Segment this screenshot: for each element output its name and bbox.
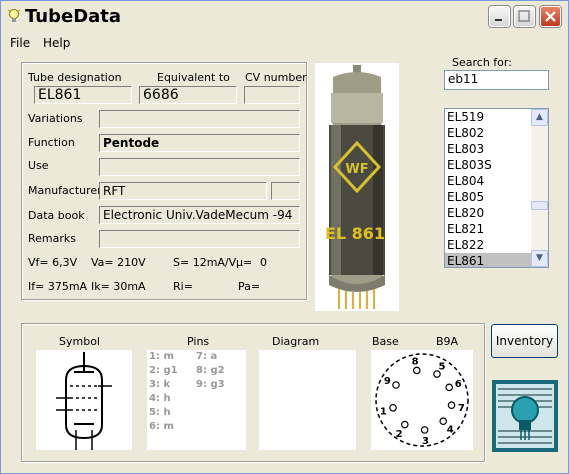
symbol-box bbox=[36, 350, 132, 450]
equivalent-header: Equivalent to bbox=[157, 71, 230, 84]
mu-value: 0 bbox=[260, 256, 267, 269]
symbol-label: Symbol bbox=[59, 335, 100, 348]
minimize-button[interactable] bbox=[489, 6, 510, 27]
pin-2: 2: g1 bbox=[149, 365, 178, 376]
base-pin-hole bbox=[445, 383, 453, 392]
cv-header: CV number bbox=[245, 71, 307, 84]
inventory-button[interactable]: Inventory bbox=[491, 324, 558, 358]
equivalent-field[interactable]: 6686 bbox=[139, 86, 237, 104]
base-pin-number: 6 bbox=[455, 379, 462, 390]
scrollbar[interactable]: ▲ ▼ bbox=[531, 109, 548, 267]
base-pin-number: 9 bbox=[384, 376, 391, 387]
base-pin-number: 8 bbox=[412, 357, 419, 368]
base-pin-number: 5 bbox=[439, 361, 446, 372]
variations-field[interactable] bbox=[99, 110, 300, 128]
remarks-field[interactable] bbox=[99, 230, 300, 248]
va-value: Va= 210V bbox=[91, 256, 146, 269]
base-pin-hole bbox=[447, 401, 456, 410]
diagram-label: Diagram bbox=[272, 335, 320, 348]
search-input[interactable]: eb11 bbox=[444, 70, 549, 90]
tube-list[interactable]: EL519 EL802 EL803 EL803S EL804 EL805 EL820 EL82… bbox=[444, 108, 549, 268]
base-pin-hole bbox=[389, 403, 397, 412]
vf-value: Vf= 6,3V bbox=[28, 256, 78, 269]
app-logo bbox=[492, 380, 558, 452]
svg-text:EL 861: EL 861 bbox=[325, 224, 385, 243]
pin-7: 7: a bbox=[196, 351, 218, 362]
databook-label: Data book bbox=[28, 209, 85, 222]
variations-label: Variations bbox=[28, 112, 83, 125]
remarks-label: Remarks bbox=[28, 232, 76, 245]
maximize-button[interactable] bbox=[514, 6, 535, 27]
base-pin-hole bbox=[400, 420, 409, 429]
pin-4: 4: h bbox=[149, 393, 171, 404]
designation-header: Tube designation bbox=[28, 71, 122, 84]
maximize-icon bbox=[518, 10, 530, 22]
function-label: Function bbox=[28, 136, 75, 149]
window-title: TubeData bbox=[25, 6, 122, 27]
pin-3: 3: k bbox=[149, 379, 171, 390]
base-pin-number: 3 bbox=[422, 436, 429, 447]
search-label: Search for: bbox=[452, 56, 512, 69]
if-value: If= 375mA bbox=[28, 280, 88, 293]
pin-1: 1: m bbox=[149, 351, 174, 362]
base-pin-hole bbox=[392, 381, 400, 389]
designation-field[interactable]: EL861 bbox=[34, 86, 132, 104]
pin-5: 5: h bbox=[149, 407, 171, 418]
title-bar[interactable]: TubeData bbox=[1, 1, 568, 31]
pins-label: Pins bbox=[187, 335, 210, 348]
use-field[interactable] bbox=[99, 158, 300, 176]
mu-label: µ= bbox=[236, 256, 253, 269]
base-pinout-diagram: 8 56 74 3 2 1 9 bbox=[375, 353, 469, 447]
pin-9: 9: g3 bbox=[196, 379, 225, 390]
base-pin-hole bbox=[412, 366, 421, 375]
scroll-up-button[interactable]: ▲ bbox=[531, 109, 548, 126]
base-type-label: B9A bbox=[436, 335, 459, 348]
menu-help[interactable]: Help bbox=[43, 36, 70, 50]
pentode-symbol bbox=[56, 352, 112, 450]
base-label: Base bbox=[372, 335, 399, 348]
base-pin-hole bbox=[420, 426, 429, 434]
pa-value: Pa= bbox=[238, 280, 261, 293]
manufacturer-label: Manufacturer bbox=[28, 184, 102, 197]
s-value: S= 12mA/V bbox=[173, 256, 237, 269]
manufacturer-extra-field[interactable] bbox=[271, 182, 300, 200]
ik-value: Ik= 30mA bbox=[91, 280, 146, 293]
base-pin-number: 7 bbox=[458, 403, 465, 414]
scroll-thumb[interactable] bbox=[531, 201, 548, 210]
menu-file[interactable]: File bbox=[10, 36, 30, 50]
ri-value: Ri= bbox=[173, 280, 193, 293]
pin-8: 8: g2 bbox=[196, 365, 225, 376]
lightbulb-icon bbox=[7, 9, 21, 22]
tube-photo: WF EL 861 bbox=[315, 63, 399, 311]
pin-6: 6: m bbox=[149, 421, 174, 432]
minimize-icon bbox=[495, 19, 502, 21]
cv-field[interactable] bbox=[244, 86, 300, 104]
base-pin-number: 1 bbox=[380, 406, 387, 417]
base-pin-hole bbox=[439, 417, 448, 426]
app-window: TubeData File Help Tube designation Equi… bbox=[0, 0, 569, 474]
menu-bar: File Help bbox=[1, 32, 568, 54]
close-icon bbox=[545, 11, 556, 22]
base-box: 8 56 74 3 2 1 9 bbox=[371, 350, 473, 450]
function-field[interactable]: Pentode bbox=[99, 134, 300, 152]
base-pin-number: 4 bbox=[447, 424, 454, 435]
databook-field[interactable]: Electronic Univ.VadeMecum -94 bbox=[99, 206, 300, 224]
close-button[interactable] bbox=[540, 6, 561, 27]
manufacturer-field[interactable]: RFT bbox=[99, 182, 267, 200]
use-label: Use bbox=[28, 159, 49, 172]
base-pin-number: 2 bbox=[396, 429, 403, 440]
pins-box: 1: m 2: g1 3: k 4: h 5: h 6: m 7: a 8: g… bbox=[147, 350, 246, 450]
diagram-box bbox=[259, 350, 356, 450]
scroll-down-button[interactable]: ▼ bbox=[531, 250, 548, 267]
svg-text:WF: WF bbox=[345, 162, 368, 177]
